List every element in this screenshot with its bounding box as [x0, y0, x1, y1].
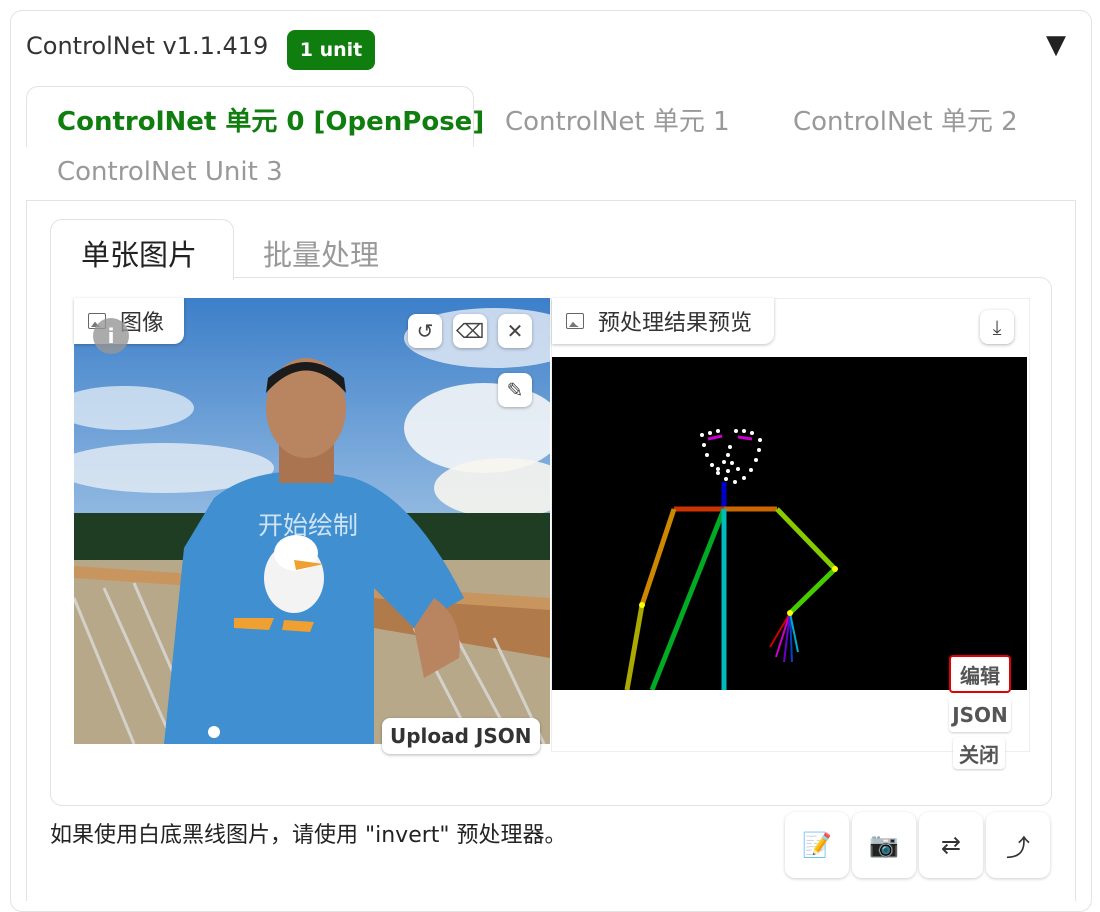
edit-note-icon[interactable]: 📝 — [785, 812, 849, 878]
info-icon[interactable]: i — [93, 318, 129, 354]
tab-single-image[interactable]: 单张图片 — [81, 232, 197, 274]
panel-title[interactable]: ControlNet v1.1.419 — [26, 32, 268, 60]
close-icon[interactable]: ✕ — [498, 314, 532, 348]
tab-unit-3[interactable]: ControlNet Unit 3 — [57, 157, 283, 187]
edit-pose-button[interactable]: 编辑 — [949, 655, 1011, 693]
brush-cursor — [208, 726, 220, 738]
upload-json-button[interactable]: Upload JSON — [382, 718, 540, 754]
brush-icon[interactable]: ✎ — [498, 373, 532, 407]
invert-hint: 如果使用白底黑线图片，请使用 "invert" 预处理器。 — [50, 823, 567, 848]
unit-count-badge: 1 unit — [287, 30, 375, 70]
tab-unit-0[interactable]: ControlNet 单元 0 [OpenPose] — [57, 101, 484, 138]
swap-icon[interactable]: ⇄ — [919, 812, 983, 878]
send-dimensions-icon[interactable]: ⤴ — [986, 812, 1050, 878]
collapse-icon[interactable]: ▼ — [1046, 30, 1066, 60]
undo-icon[interactable]: ↺ — [408, 314, 442, 348]
download-icon[interactable]: ⤓ — [980, 310, 1014, 344]
camera-icon[interactable]: 📷 — [852, 812, 916, 878]
image-label: 图像 — [74, 298, 184, 344]
tab-unit-1[interactable]: ControlNet 单元 1 — [505, 101, 730, 138]
eraser-icon[interactable]: ⌫ — [453, 314, 487, 348]
image-icon — [566, 313, 584, 329]
pose-json-button[interactable]: JSON — [949, 698, 1011, 732]
preview-label-text: 预处理结果预览 — [598, 311, 753, 336]
preview-label: 预处理结果预览 — [552, 298, 774, 344]
tab-batch[interactable]: 批量处理 — [263, 232, 379, 274]
start-drawing-overlay: 开始绘制 — [258, 511, 359, 540]
close-preview-button[interactable]: 关闭 — [953, 737, 1005, 769]
tab-unit-2[interactable]: ControlNet 单元 2 — [793, 101, 1018, 138]
pose-preview-canvas — [552, 357, 1027, 690]
pose-skeleton — [624, 429, 838, 690]
